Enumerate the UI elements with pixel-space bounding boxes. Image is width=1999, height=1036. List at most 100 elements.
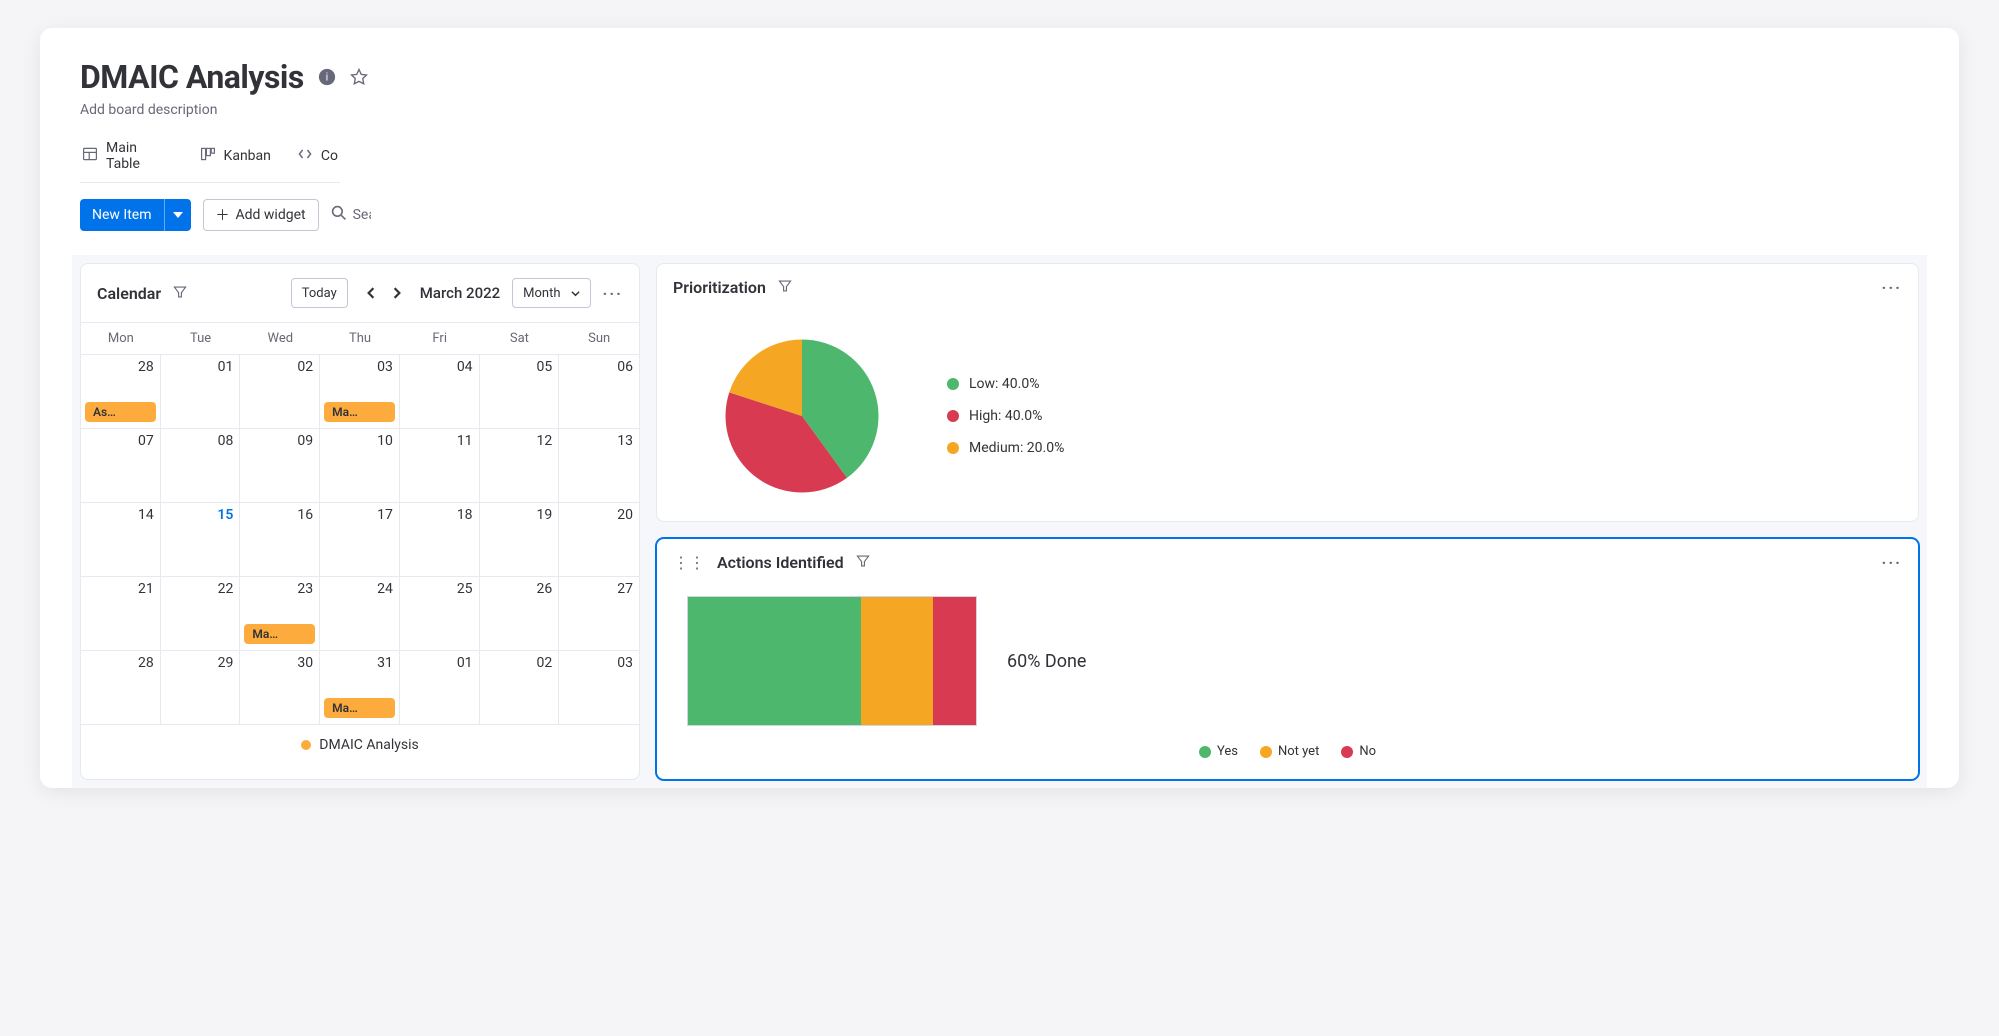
pie-legend: Low: 40.0%High: 40.0%Medium: 20.0% bbox=[947, 376, 1064, 456]
star-icon[interactable] bbox=[350, 68, 368, 86]
calendar-day-number: 04 bbox=[406, 359, 473, 375]
calendar-cell[interactable]: 01 bbox=[161, 355, 241, 429]
calendar-cell[interactable]: 20 bbox=[559, 503, 639, 577]
calendar-cell[interactable]: 27 bbox=[559, 577, 639, 651]
pie-chart bbox=[717, 331, 887, 501]
calendar-day-number: 28 bbox=[87, 359, 154, 375]
calendar-cell[interactable]: 04 bbox=[400, 355, 480, 429]
calendar-cell[interactable]: 26 bbox=[480, 577, 560, 651]
drag-handle-icon[interactable]: ⋮⋮ bbox=[673, 553, 705, 572]
tab-code[interactable]: Co bbox=[295, 134, 340, 182]
calendar-cell[interactable]: 29 bbox=[161, 651, 241, 725]
calendar-event[interactable]: Ma… bbox=[324, 698, 395, 718]
calendar-cell[interactable]: 17 bbox=[320, 503, 400, 577]
calendar-cell[interactable]: 11 bbox=[400, 429, 480, 503]
legend-label: No bbox=[1359, 744, 1376, 759]
calendar-day-number: 01 bbox=[167, 359, 234, 375]
calendar-cell[interactable]: 28 bbox=[81, 651, 161, 725]
chevron-right-icon[interactable] bbox=[386, 282, 408, 304]
calendar-cell[interactable]: 15 bbox=[161, 503, 241, 577]
calendar-dow: Thu bbox=[320, 323, 400, 355]
filter-icon[interactable] bbox=[173, 284, 187, 303]
calendar-day-number: 09 bbox=[246, 433, 313, 449]
calendar-cell[interactable]: 02 bbox=[240, 355, 320, 429]
calendar-event[interactable]: Ma… bbox=[324, 402, 395, 422]
filter-icon[interactable] bbox=[856, 553, 870, 572]
calendar-day-number: 08 bbox=[167, 433, 234, 449]
legend-dot-icon bbox=[1260, 746, 1272, 758]
legend-dot-icon bbox=[947, 378, 959, 390]
filter-icon[interactable] bbox=[778, 278, 792, 297]
calendar-header: Calendar Today March 2022 Month bbox=[81, 264, 639, 323]
card-menu-icon[interactable]: ··· bbox=[1882, 278, 1902, 297]
calendar-day-number: 03 bbox=[565, 655, 633, 671]
actions-title: Actions Identified bbox=[717, 553, 844, 572]
calendar-cell[interactable]: 07 bbox=[81, 429, 161, 503]
add-widget-button[interactable]: ＋ Add widget bbox=[203, 199, 319, 231]
tab-main-table[interactable]: Main Table bbox=[80, 134, 176, 182]
done-label: 60% Done bbox=[1007, 651, 1086, 672]
prioritization-header: Prioritization ··· bbox=[657, 264, 1918, 311]
calendar-cell[interactable]: 14 bbox=[81, 503, 161, 577]
calendar-cell[interactable]: 18 bbox=[400, 503, 480, 577]
board-description[interactable]: Add board description bbox=[80, 102, 1919, 118]
bar-segment[interactable] bbox=[688, 597, 861, 725]
calendar-day-number: 23 bbox=[246, 581, 313, 597]
chevron-left-icon[interactable] bbox=[360, 282, 382, 304]
tab-label: Co bbox=[321, 148, 338, 164]
calendar-cell[interactable]: 01 bbox=[400, 651, 480, 725]
calendar-cell[interactable]: 25 bbox=[400, 577, 480, 651]
calendar-day-number: 19 bbox=[486, 507, 553, 523]
legend-label: Yes bbox=[1217, 744, 1238, 759]
calendar-legend: DMAIC Analysis bbox=[81, 725, 639, 765]
legend-label: Not yet bbox=[1278, 744, 1319, 759]
search-input[interactable]: Sea bbox=[331, 205, 371, 225]
calendar-event[interactable]: Ma… bbox=[244, 624, 315, 644]
calendar-cell[interactable]: 10 bbox=[320, 429, 400, 503]
card-menu-icon[interactable]: ··· bbox=[1882, 553, 1902, 572]
info-icon[interactable]: i bbox=[318, 68, 336, 86]
card-menu-icon[interactable]: ··· bbox=[603, 284, 623, 303]
calendar-cell[interactable]: 23 Ma… bbox=[240, 577, 320, 651]
calendar-cell[interactable]: 12 bbox=[480, 429, 560, 503]
legend-item: Low: 40.0% bbox=[947, 376, 1064, 392]
legend-item: Medium: 20.0% bbox=[947, 440, 1064, 456]
prioritization-title: Prioritization bbox=[673, 278, 766, 297]
calendar-cell[interactable]: 24 bbox=[320, 577, 400, 651]
calendar-day-number: 01 bbox=[406, 655, 473, 671]
view-tabs: Main Table Kanban Co bbox=[80, 134, 340, 183]
calendar-cell[interactable]: 03 bbox=[559, 651, 639, 725]
calendar-day-number: 29 bbox=[167, 655, 234, 671]
calendar-cell[interactable]: 05 bbox=[480, 355, 560, 429]
calendar-cell[interactable]: 09 bbox=[240, 429, 320, 503]
new-item-label: New Item bbox=[80, 207, 164, 223]
calendar-cell[interactable]: 22 bbox=[161, 577, 241, 651]
calendar-day-number: 07 bbox=[87, 433, 154, 449]
calendar-cell[interactable]: 02 bbox=[480, 651, 560, 725]
today-button[interactable]: Today bbox=[291, 278, 348, 308]
new-item-button[interactable]: New Item bbox=[80, 199, 191, 231]
calendar-dow: Tue bbox=[161, 323, 241, 355]
calendar-cell[interactable]: 28 As… bbox=[81, 355, 161, 429]
calendar-cell[interactable]: 06 bbox=[559, 355, 639, 429]
board-page: DMAIC Analysis i Add board description M… bbox=[40, 28, 1959, 788]
calendar-cell[interactable]: 19 bbox=[480, 503, 560, 577]
calendar-day-number: 18 bbox=[406, 507, 473, 523]
calendar-cell[interactable]: 30 bbox=[240, 651, 320, 725]
calendar-view-select[interactable]: Month bbox=[512, 278, 590, 308]
calendar-cell[interactable]: 16 bbox=[240, 503, 320, 577]
bar-segment[interactable] bbox=[933, 597, 976, 725]
calendar-event[interactable]: As… bbox=[85, 402, 156, 422]
table-icon bbox=[82, 146, 98, 166]
chevron-down-icon[interactable] bbox=[164, 199, 191, 231]
calendar-day-number: 26 bbox=[486, 581, 553, 597]
calendar-cell[interactable]: 31Ma… bbox=[320, 651, 400, 725]
calendar-cell[interactable]: 21 bbox=[81, 577, 161, 651]
bar-segment[interactable] bbox=[861, 597, 933, 725]
legend-label: Low: 40.0% bbox=[969, 376, 1039, 392]
calendar-cell[interactable]: 08 bbox=[161, 429, 241, 503]
search-icon bbox=[331, 205, 347, 225]
calendar-cell[interactable]: 03Ma… bbox=[320, 355, 400, 429]
tab-kanban[interactable]: Kanban bbox=[198, 134, 273, 182]
calendar-cell[interactable]: 13 bbox=[559, 429, 639, 503]
